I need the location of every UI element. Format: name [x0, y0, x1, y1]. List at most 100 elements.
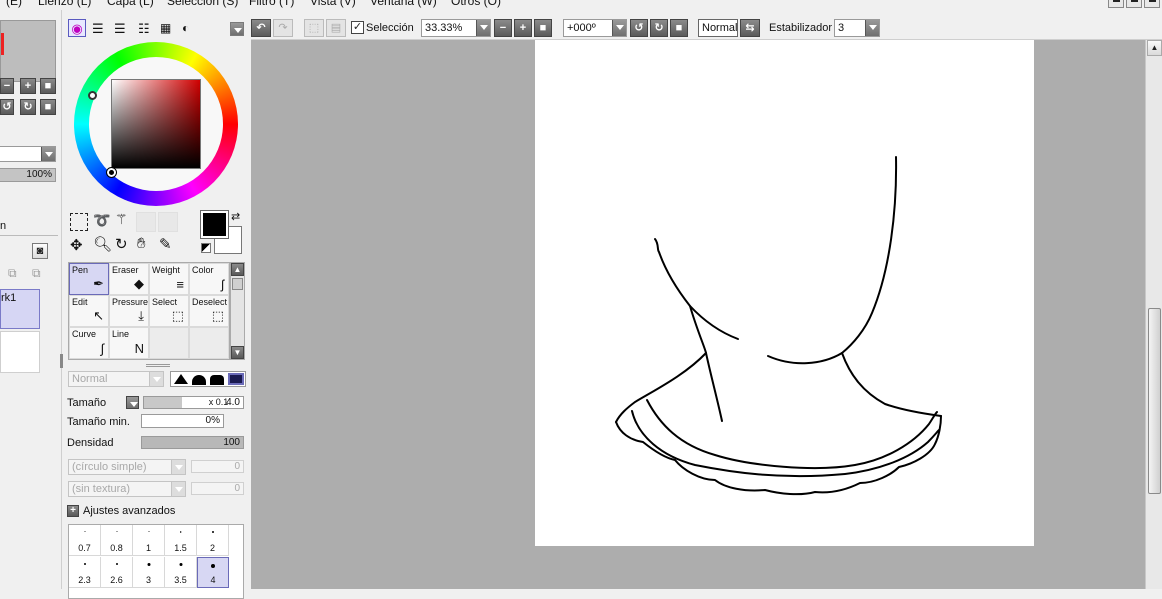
hue-cursor[interactable] [88, 91, 97, 100]
hand-icon[interactable]: ✋︎ [137, 235, 146, 252]
scroll-thumb[interactable] [1148, 308, 1161, 494]
tool-deselect[interactable]: Deselect ⬚ [189, 295, 229, 327]
brush-size-1-5[interactable]: 1.5 [165, 525, 197, 556]
menu-others[interactable]: Otros (O) [451, 0, 501, 8]
brush-texture-amount[interactable]: 0 [191, 482, 244, 495]
saturation-value-square[interactable] [111, 79, 201, 169]
rotate-right-button[interactable]: ↻ [20, 99, 36, 115]
rotate-icon[interactable]: ↻ [115, 235, 128, 253]
tool-pressure[interactable]: Pressure ⤓ [109, 295, 149, 327]
layer-item-selected[interactable]: rk1 [0, 289, 40, 329]
tool-pen[interactable]: Pen ✒ [69, 263, 109, 295]
expand-advanced-button[interactable]: + [67, 505, 79, 517]
toolbar-zoom-in-button[interactable]: + [514, 19, 532, 37]
close-button[interactable] [1144, 0, 1160, 8]
tool-grid-scrollbar[interactable]: ▲ ▼ [230, 262, 245, 360]
round-shape-icon[interactable] [210, 375, 224, 385]
redo-button[interactable]: ↷ [273, 19, 293, 37]
brush-blend-select[interactable]: Normal [68, 371, 164, 387]
scroll-up-button[interactable]: ▲ [1147, 40, 1162, 56]
magic-wand-icon[interactable]: ⚚ [115, 211, 128, 228]
sv-cursor[interactable] [106, 167, 117, 178]
menu-canvas[interactable]: Lienzo (L) [38, 0, 91, 8]
zoom-in-button[interactable]: + [20, 78, 36, 94]
brush-size-1[interactable]: 1 [133, 525, 165, 556]
invert-selection-button[interactable]: ▤ [326, 19, 346, 37]
brush-size-2[interactable]: 2 [197, 525, 229, 556]
toolbar-zoom-out-button[interactable]: − [494, 19, 512, 37]
density-slider[interactable]: 100 [141, 436, 244, 449]
brush-shape-selector[interactable] [170, 371, 246, 387]
rotate-left-button[interactable]: ↺ [0, 99, 14, 115]
flip-horizontal-button[interactable]: ⇆ [740, 19, 760, 37]
panel-options-button[interactable] [230, 22, 244, 36]
undo-button[interactable]: ↶ [251, 19, 271, 37]
zoom-icon[interactable]: 🔍︎ [93, 235, 112, 253]
deselect-button[interactable]: ⬚ [304, 19, 324, 37]
brush-texture-select[interactable]: (sin textura) [68, 481, 186, 497]
layer-opacity-bar[interactable]: 100% [0, 168, 56, 182]
tool-edit[interactable]: Edit ↖ [69, 295, 109, 327]
rotate-reset-button[interactable]: ■ [40, 99, 56, 115]
tool-select[interactable]: Select ⬚ [149, 295, 189, 327]
menu-selection[interactable]: Selección (S) [167, 0, 238, 8]
rotation-field[interactable]: +000º [563, 19, 627, 37]
swatches-tab-icon[interactable]: ▦ [160, 21, 171, 35]
toolbar-zoom-reset-button[interactable]: ■ [534, 19, 552, 37]
selection-checkbox[interactable]: ✓ [351, 21, 364, 34]
color-palette-tab-icon[interactable]: ☷ [138, 21, 150, 37]
brush-size-0-8[interactable]: 0.8 [101, 525, 133, 556]
move-icon[interactable]: ✥ [70, 236, 83, 254]
scroll-up-button[interactable]: ▲ [231, 263, 244, 276]
primary-color-swatch[interactable] [200, 210, 229, 239]
color-wheel-tab[interactable]: ◉ [68, 19, 86, 37]
rect-select-icon[interactable] [70, 213, 88, 231]
navigator-preview[interactable] [0, 20, 56, 82]
tool-line[interactable]: Line N [109, 327, 149, 359]
menu-edit[interactable]: (E) [6, 0, 22, 8]
scratchpad-tab-icon[interactable]: ◐ [182, 21, 189, 35]
minimize-button[interactable] [1108, 0, 1124, 8]
tool-weight[interactable]: Weight ≡ [149, 263, 189, 295]
maximize-button[interactable] [1126, 0, 1142, 8]
brush-size-0-7[interactable]: 0.7 [69, 525, 101, 556]
hue-ring[interactable] [74, 42, 238, 206]
swap-colors-icon[interactable]: ⇄ [231, 210, 240, 223]
zoom-field[interactable]: 33.33% [421, 19, 491, 37]
toolbar-rotate-right-button[interactable]: ↻ [650, 19, 668, 37]
brush-size-2-3[interactable]: 2.3 [69, 557, 101, 588]
reset-colors-icon[interactable] [201, 243, 211, 253]
lasso-icon[interactable]: ➰ [93, 212, 110, 229]
brush-size-2-6[interactable]: 2.6 [101, 557, 133, 588]
splitter-handle[interactable] [60, 354, 63, 368]
size-slider[interactable]: x 0.1 4.0 [143, 396, 244, 409]
brush-size-3[interactable]: 3 [133, 557, 165, 588]
canvas-area[interactable] [251, 40, 1145, 589]
menu-view[interactable]: Vista (V) [310, 0, 356, 8]
rgb-slider-tab-icon[interactable]: ☰ [92, 21, 104, 37]
view-mode-field[interactable]: Normal [698, 19, 738, 37]
tool-eraser[interactable]: Eraser ◆ [109, 263, 149, 295]
menu-layer[interactable]: Capa (L) [107, 0, 154, 8]
layer-blend-select[interactable] [0, 146, 56, 162]
sharp-shape-icon[interactable] [174, 374, 188, 384]
min-size-slider[interactable]: 0% [141, 414, 224, 428]
soft-shape-icon[interactable] [192, 375, 206, 385]
tool-color[interactable]: Color ʃ [189, 263, 229, 295]
hsv-slider-tab-icon[interactable]: ☰ [114, 21, 126, 37]
menu-filter[interactable]: Filtro (T) [249, 0, 294, 8]
toolbar-rotate-left-button[interactable]: ↺ [630, 19, 648, 37]
panel-splitter[interactable] [146, 364, 170, 367]
drawing-canvas[interactable] [535, 40, 1034, 546]
flat-shape-icon[interactable] [228, 373, 244, 385]
layer-item[interactable] [0, 331, 40, 373]
eyedropper-icon[interactable]: ✎ [159, 235, 172, 253]
new-layer-button[interactable]: ◙ [32, 243, 48, 259]
brush-size-4[interactable]: 4 [197, 557, 229, 588]
canvas-vertical-scrollbar[interactable]: ▲ [1145, 40, 1162, 589]
stabilizer-field[interactable]: 3 [834, 19, 880, 37]
tool-curve[interactable]: Curve ∫ [69, 327, 109, 359]
brush-size-3-5[interactable]: 3.5 [165, 557, 197, 588]
scroll-down-button[interactable]: ▼ [231, 346, 244, 359]
zoom-reset-button[interactable]: ■ [40, 78, 56, 94]
